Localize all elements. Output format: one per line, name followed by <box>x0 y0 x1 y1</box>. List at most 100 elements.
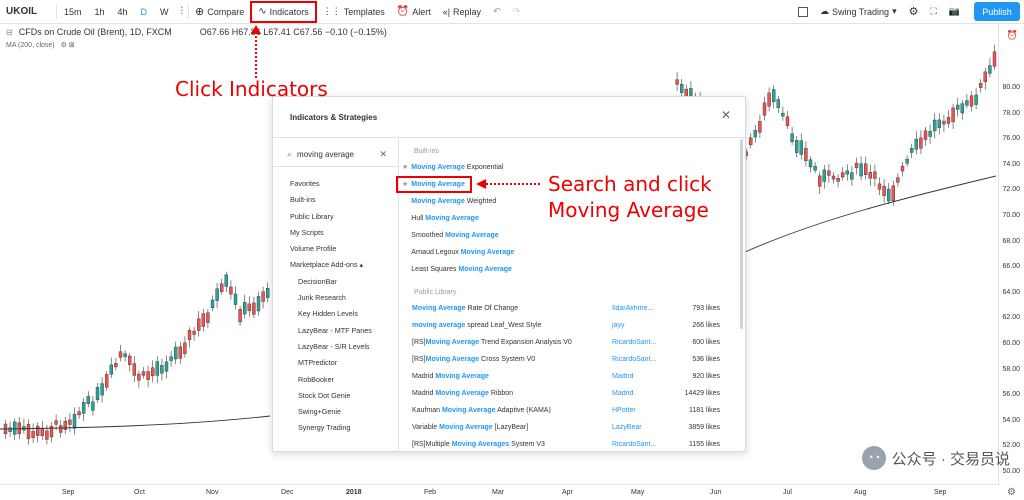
fullscreen-button[interactable]: ⛶ <box>924 0 942 24</box>
public-script-row[interactable]: Moving Average Rate Of Change <box>412 301 518 317</box>
candle <box>109 357 114 379</box>
chart-settings-icon[interactable]: ⚙ <box>1007 487 1016 498</box>
author-link[interactable]: IldarAkhme... <box>612 305 658 312</box>
indicators-button[interactable]: ∿ Indicators <box>250 0 317 23</box>
author-link[interactable]: RicardoSant... <box>612 339 658 346</box>
clear-search-icon[interactable]: ✕ <box>379 149 387 160</box>
addon-item[interactable]: Stock Dot Genie <box>290 388 372 404</box>
builtin-indicator-row[interactable]: ★Hull Moving Average <box>402 211 479 227</box>
candle <box>233 286 238 310</box>
candle <box>675 72 679 92</box>
addon-item[interactable]: Jurik Research <box>290 290 372 306</box>
public-script-row[interactable]: Variable Moving Average [LazyBear] <box>412 420 528 436</box>
addon-item[interactable]: Swing+Genie <box>290 404 372 420</box>
category-item[interactable]: Favorites <box>290 176 372 192</box>
category-item[interactable]: Volume Profile <box>290 241 372 257</box>
title-text: [LazyBear] <box>492 424 529 431</box>
likes-count: 536 likes <box>692 356 720 363</box>
time-tick: Jul <box>783 489 792 496</box>
candle <box>238 305 242 327</box>
addon-item[interactable]: LazyBear - S/R Levels <box>290 339 372 355</box>
author-link[interactable]: RicardoSant... <box>612 356 658 363</box>
public-script-row[interactable]: [RS]Moving Average Cross System V0 <box>412 352 535 368</box>
compare-button[interactable]: ⊕ Compare <box>189 0 250 24</box>
candle <box>256 291 261 316</box>
candle <box>123 350 127 362</box>
search-icon: ⌕ <box>287 148 293 159</box>
templates-button[interactable]: ⋮⋮ Templates <box>317 0 391 24</box>
close-icon[interactable]: ✕ <box>721 108 731 122</box>
builtin-indicator-row[interactable]: ★Moving Average Weighted <box>402 194 496 210</box>
public-script-row[interactable]: Madrid Moving Average Ribbon <box>412 386 513 402</box>
addon-item[interactable]: LazyBear - MTF Panes <box>290 323 372 339</box>
public-script-row[interactable]: [RS]Multiple Moving Averages System V3 <box>412 437 545 453</box>
likes-count: 14429 likes <box>684 390 720 397</box>
category-item[interactable]: My Scripts <box>290 225 372 241</box>
interval-1h[interactable]: 1h <box>90 7 110 17</box>
title-text: System V3 <box>509 441 545 448</box>
builtin-indicator-row[interactable]: ★Least Squares Moving Average <box>402 262 512 278</box>
interval-d[interactable]: D <box>136 7 153 17</box>
alert-button[interactable]: ⏰ Alert <box>391 0 437 24</box>
candle <box>813 161 817 174</box>
candle <box>68 413 72 432</box>
candle <box>17 416 21 440</box>
category-item[interactable]: Built-ins <box>290 192 372 208</box>
layout-menu[interactable]: ☁ Swing Trading ▾ <box>814 0 903 24</box>
candle <box>772 85 776 109</box>
public-script-row[interactable]: [RS]Moving Average Trend Expansion Analy… <box>412 335 572 351</box>
author-link[interactable]: LazyBear <box>612 424 658 431</box>
collapse-icon[interactable]: ⊟ <box>6 28 13 37</box>
public-script-row[interactable]: moving average spread Leaf_West Style <box>412 318 541 334</box>
symbol-search[interactable]: UKOIL <box>0 0 56 24</box>
candle <box>210 295 215 311</box>
candle <box>215 282 219 309</box>
candle <box>104 371 109 391</box>
chart-type-icon[interactable]: ⫶ <box>176 6 189 17</box>
match-highlight: Moving Average <box>411 198 465 205</box>
interval-w[interactable]: W <box>155 7 174 17</box>
search-box[interactable]: ⌕ moving average ✕ <box>287 146 387 162</box>
search-input[interactable]: moving average <box>297 150 354 159</box>
builtin-indicator-row[interactable]: ★Smoothed Moving Average <box>402 228 498 244</box>
time-axis[interactable]: Sep Oct Nov Dec 2018 Feb Mar Apr May Jun Jul Aug Sep <box>0 484 1000 500</box>
layout-checkbox[interactable] <box>792 0 814 24</box>
publish-button[interactable]: Publish <box>974 2 1020 21</box>
ma-settings-icon[interactable]: ⚙ ⊠ <box>61 42 75 49</box>
interval-4h[interactable]: 4h <box>113 7 133 17</box>
redo-button[interactable]: ↷ <box>507 0 527 24</box>
addon-item[interactable]: RobBooker <box>290 372 372 388</box>
author-link[interactable]: Madrid <box>612 390 658 397</box>
builtin-indicator-row[interactable]: ★ Moving Average Exponential <box>402 160 503 176</box>
candle <box>114 357 118 371</box>
time-tick: Aug <box>854 489 867 496</box>
public-script-row[interactable]: Kaufman Moving Average Adaptive (KAMA) <box>412 403 551 419</box>
author-link[interactable]: RicardoSant... <box>612 441 658 448</box>
undo-button[interactable]: ↶ <box>487 0 507 24</box>
candle <box>40 420 44 440</box>
price-axis[interactable]: ⏰ 80.00 78.00 76.00 74.00 72.00 70.00 68.00 66.… <box>998 24 1024 484</box>
snapshot-button[interactable]: 📷 <box>943 0 966 24</box>
settings-button[interactable]: ⚙ <box>903 0 925 24</box>
alert-badge-icon[interactable]: ⏰ <box>1007 30 1018 41</box>
addon-item[interactable]: MTPredictor <box>290 355 372 371</box>
author-link[interactable]: HPotter <box>612 407 658 414</box>
scrollbar[interactable] <box>740 139 743 329</box>
star-icon[interactable]: ★ <box>402 164 408 171</box>
builtin-indicator-row[interactable]: ★Arnaud Legoux Moving Average <box>402 245 514 261</box>
symbol-title: CFDs on Crude Oil (Brent), 1D, FXCM <box>18 27 172 37</box>
category-item[interactable]: Marketplace Add-ons ▴ <box>290 257 372 273</box>
addon-item[interactable]: Synergy Trading <box>290 420 372 436</box>
category-item[interactable]: Public Library <box>290 209 372 225</box>
public-script-row[interactable]: Madrid Moving Average <box>412 369 489 385</box>
title-text: Hull <box>411 215 426 222</box>
candle <box>919 130 923 154</box>
candle <box>91 395 95 416</box>
replay-button[interactable]: «| Replay <box>437 0 487 24</box>
author-link[interactable]: jayy <box>612 322 658 329</box>
addon-item[interactable]: Key Hidden Levels <box>290 306 372 322</box>
author-link[interactable]: Madrid <box>612 373 658 380</box>
addon-item[interactable]: DecisionBar <box>290 274 372 290</box>
candle <box>242 294 247 319</box>
interval-15m[interactable]: 15m <box>59 7 87 17</box>
